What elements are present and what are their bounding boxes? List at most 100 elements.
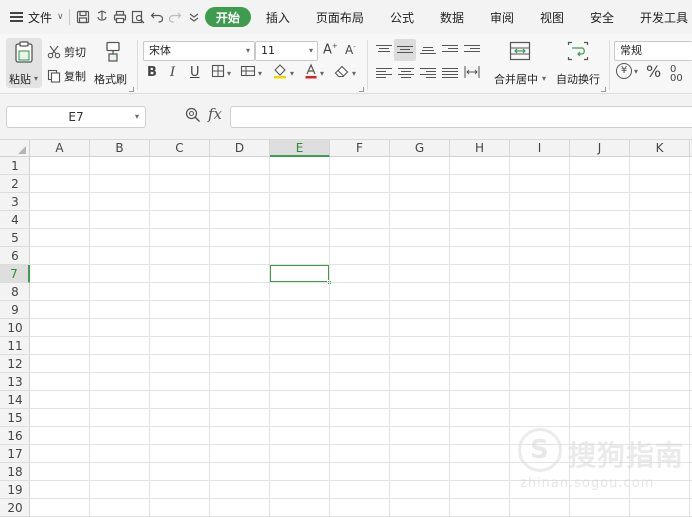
save-icon[interactable]: [74, 0, 92, 34]
align-right-icon[interactable]: [420, 66, 436, 80]
font-size-select[interactable]: 11 ▾: [255, 41, 318, 61]
row-header-5[interactable]: 5: [0, 229, 30, 247]
name-box[interactable]: E7 ▾: [6, 106, 146, 128]
tab-home[interactable]: 开始: [204, 7, 251, 27]
tab-review[interactable]: 审阅: [477, 0, 527, 34]
eraser-icon[interactable]: [334, 64, 350, 82]
row-header-15[interactable]: 15: [0, 409, 30, 427]
row-header-9[interactable]: 9: [0, 301, 30, 319]
column-header-i[interactable]: I: [510, 140, 570, 157]
row-header-10[interactable]: 10: [0, 319, 30, 337]
print-icon[interactable]: [111, 0, 129, 34]
grid-line-horizontal: [30, 210, 692, 211]
row-header-13[interactable]: 13: [0, 373, 30, 391]
column-header-b[interactable]: B: [90, 140, 150, 157]
decrease-font-icon[interactable]: A-: [345, 43, 356, 57]
font-name-select[interactable]: 宋体 ▾: [143, 41, 255, 61]
decrease-indent-icon[interactable]: [442, 43, 458, 57]
divider: [69, 9, 71, 25]
borders-icon[interactable]: [211, 64, 225, 82]
grid-line-horizontal: [30, 336, 692, 337]
tab-page-layout[interactable]: 页面布局: [303, 0, 377, 34]
bold-icon[interactable]: B: [147, 65, 157, 80]
increase-indent-icon[interactable]: [464, 43, 480, 57]
tab-security[interactable]: 安全: [577, 0, 627, 34]
chevron-down-icon[interactable]: ▾: [258, 69, 262, 78]
group-expand-icon[interactable]: [359, 87, 364, 92]
chevron-down-icon[interactable]: ▾: [290, 69, 294, 78]
justify-icon[interactable]: [442, 66, 458, 80]
row-header-20[interactable]: 20: [0, 499, 30, 517]
paste-button[interactable]: 粘贴 ▾: [6, 38, 42, 88]
divider: [137, 40, 138, 90]
row-header-3[interactable]: 3: [0, 193, 30, 211]
column-header-c[interactable]: C: [150, 140, 210, 157]
active-cell[interactable]: [269, 264, 332, 285]
row-header-19[interactable]: 19: [0, 481, 30, 499]
tab-formulas[interactable]: 公式: [377, 0, 427, 34]
column-header-f[interactable]: F: [330, 140, 390, 157]
font-color-icon[interactable]: [304, 63, 318, 83]
column-header-j[interactable]: J: [570, 140, 630, 157]
row-header-4[interactable]: 4: [0, 211, 30, 229]
column-header-e[interactable]: E: [270, 140, 330, 157]
wrap-text-button[interactable]: 自动换行: [554, 38, 604, 88]
row-header-6[interactable]: 6: [0, 247, 30, 265]
group-expand-icon[interactable]: [601, 87, 606, 92]
chevron-down-icon[interactable]: ▾: [352, 69, 356, 78]
increase-font-icon[interactable]: A+: [323, 42, 338, 57]
align-middle-button[interactable]: [394, 39, 416, 61]
row-header-17[interactable]: 17: [0, 445, 30, 463]
zoom-formula-icon[interactable]: [185, 107, 201, 127]
number-format-select[interactable]: 常规: [614, 41, 692, 61]
row-header-14[interactable]: 14: [0, 391, 30, 409]
align-bottom-icon[interactable]: [420, 45, 436, 59]
insert-function-button[interactable]: fx: [208, 105, 222, 123]
column-header-a[interactable]: A: [30, 140, 90, 157]
row-header-2[interactable]: 2: [0, 175, 30, 193]
underline-icon[interactable]: U: [190, 65, 200, 80]
column-header-d[interactable]: D: [210, 140, 270, 157]
row-header-8[interactable]: 8: [0, 283, 30, 301]
format-painter-label: 格式刷: [94, 73, 127, 86]
export-icon[interactable]: [92, 0, 110, 34]
tab-view[interactable]: 视图: [527, 0, 577, 34]
currency-format-button[interactable]: ¥ ▾: [616, 63, 638, 79]
row-header-1[interactable]: 1: [0, 157, 30, 175]
thousands-separator-icon[interactable]: 0 00: [670, 65, 683, 84]
align-left-icon[interactable]: [376, 66, 392, 80]
formula-input[interactable]: [230, 106, 692, 128]
tab-insert[interactable]: 插入: [253, 0, 303, 34]
tab-developer[interactable]: 开发工具: [627, 0, 692, 34]
column-header-g[interactable]: G: [390, 140, 450, 157]
row-header-7[interactable]: 7: [0, 265, 30, 283]
column-header-k[interactable]: K: [630, 140, 690, 157]
row-header-11[interactable]: 11: [0, 337, 30, 355]
tab-data[interactable]: 数据: [427, 0, 477, 34]
format-painter-button[interactable]: 格式刷: [94, 38, 132, 88]
redo-icon[interactable]: [166, 0, 184, 34]
file-menu[interactable]: 文件 ∨: [0, 0, 65, 34]
undo-icon[interactable]: [148, 0, 166, 34]
copy-button[interactable]: 复制: [47, 68, 86, 84]
percent-icon[interactable]: %: [646, 62, 661, 81]
row-header-12[interactable]: 12: [0, 355, 30, 373]
row-header-16[interactable]: 16: [0, 427, 30, 445]
chevron-down-icon[interactable]: ▾: [227, 69, 231, 78]
fill-color-icon[interactable]: [272, 63, 288, 83]
cut-button[interactable]: 剪切: [47, 44, 86, 60]
merge-center-button[interactable]: 合并居中 ▾: [492, 38, 548, 88]
row-header-18[interactable]: 18: [0, 463, 30, 481]
distribute-icon[interactable]: [464, 65, 480, 82]
cell-area[interactable]: [30, 157, 692, 517]
italic-icon[interactable]: I: [170, 65, 175, 80]
cell-style-icon[interactable]: [240, 64, 256, 82]
align-top-icon[interactable]: [376, 43, 392, 57]
align-center-icon[interactable]: [398, 66, 414, 80]
chevron-down-icon[interactable]: ▾: [320, 69, 324, 78]
group-expand-icon[interactable]: [129, 87, 134, 92]
customize-icon[interactable]: [184, 0, 202, 34]
select-all-button[interactable]: [0, 140, 30, 157]
print-preview-icon[interactable]: [129, 0, 147, 34]
column-header-h[interactable]: H: [450, 140, 510, 157]
